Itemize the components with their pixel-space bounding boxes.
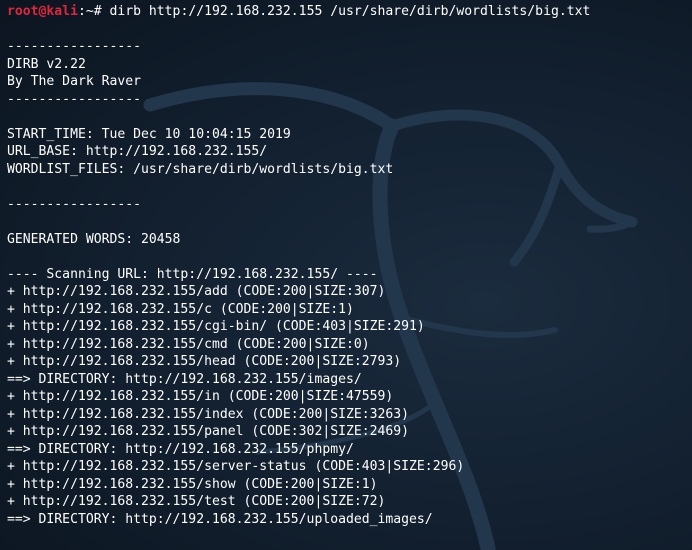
output-line: + http://192.168.232.155/cgi-bin/ (CODE:… bbox=[7, 319, 425, 334]
command-text: dirb http://192.168.232.155 /usr/share/d… bbox=[101, 4, 591, 19]
output-line: By The Dark Raver bbox=[7, 74, 142, 89]
prompt-path: :~# bbox=[77, 4, 102, 19]
output-line: + http://192.168.232.155/in (CODE:200|SI… bbox=[7, 389, 394, 404]
separator-line: ----------------- bbox=[7, 91, 142, 107]
command-line: root@kali:~# dirb http://192.168.232.155… bbox=[7, 3, 590, 21]
output-line: + http://192.168.232.155/c (CODE:200|SIZ… bbox=[7, 301, 354, 317]
output-line: ---- Scanning URL: http://192.168.232.15… bbox=[7, 266, 378, 282]
output-line: ==> DIRECTORY: http://192.168.232.155/up… bbox=[7, 511, 433, 527]
separator-line: ----------------- bbox=[7, 196, 142, 212]
output-line: + http://192.168.232.155/head (CODE:200|… bbox=[7, 354, 402, 369]
output-line: DIRB v2.22 bbox=[7, 56, 86, 72]
output-line: GENERATED WORDS: 20458 bbox=[7, 231, 181, 247]
output-line: + http://192.168.232.155/panel (CODE:302… bbox=[7, 424, 410, 439]
output-line: + http://192.168.232.155/cmd (CODE:200|S… bbox=[7, 336, 370, 352]
output-line: ==> DIRECTORY: http://192.168.232.155/im… bbox=[7, 371, 362, 387]
output-line: + http://192.168.232.155/index (CODE:200… bbox=[7, 406, 410, 422]
output-line: WORDLIST_FILES: /usr/share/dirb/wordlist… bbox=[7, 161, 394, 177]
output-line: URL_BASE: http://192.168.232.155/ bbox=[7, 144, 268, 159]
output-line: + http://192.168.232.155/add (CODE:200|S… bbox=[7, 284, 386, 299]
output-line: + http://192.168.232.155/test (CODE:200|… bbox=[7, 494, 386, 509]
prompt-user-host: root@kali bbox=[7, 4, 78, 19]
output-line: + http://192.168.232.155/server-status (… bbox=[7, 459, 465, 474]
terminal-window[interactable]: root@kali:~# dirb http://192.168.232.155… bbox=[0, 0, 692, 550]
output-line: ==> DIRECTORY: http://192.168.232.155/ph… bbox=[7, 441, 354, 457]
output-line: + http://192.168.232.155/show (CODE:200|… bbox=[7, 476, 378, 492]
output-line: START_TIME: Tue Dec 10 10:04:15 2019 bbox=[7, 126, 291, 142]
separator-line: ----------------- bbox=[7, 39, 142, 54]
